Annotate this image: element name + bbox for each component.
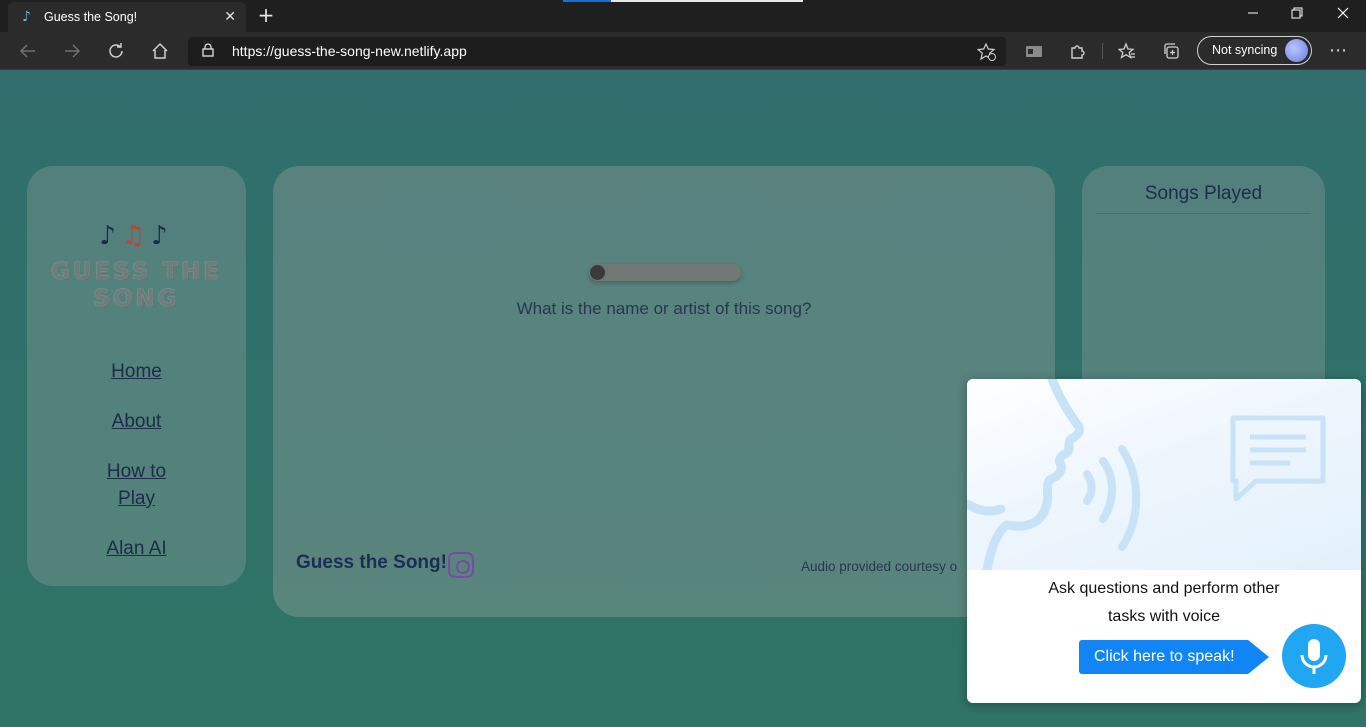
forward-arrow-icon	[65, 44, 81, 58]
minimize-icon	[1248, 12, 1258, 14]
voice-illustration	[967, 379, 1361, 570]
audio-progress-slider[interactable]	[589, 264, 741, 281]
refresh-button[interactable]	[102, 37, 130, 65]
voice-popup-line-1: Ask questions and perform other	[1048, 580, 1280, 597]
instagram-icon[interactable]	[448, 552, 474, 578]
reading-view-button[interactable]	[1020, 37, 1048, 65]
close-icon	[1337, 7, 1349, 19]
minimize-button[interactable]	[1230, 0, 1276, 30]
restore-icon	[1291, 7, 1303, 19]
home-button[interactable]	[146, 37, 174, 65]
tab-close-icon[interactable]: ✕	[224, 2, 236, 32]
puzzle-icon	[1071, 45, 1085, 59]
reading-view-icon	[1026, 46, 1042, 57]
logo-line-2: SONG	[93, 286, 180, 312]
url-text[interactable]: https://guess-the-song-new.netlify.app	[232, 37, 467, 66]
close-window-button[interactable]	[1320, 0, 1366, 30]
settings-more-button[interactable]: ⋯	[1324, 37, 1352, 65]
nav-link-alan-ai[interactable]: Alan AI	[27, 535, 246, 562]
collections-button[interactable]	[1157, 37, 1185, 65]
browser-toolbar: https://guess-the-song-new.netlify.app N…	[0, 32, 1366, 70]
sync-status-label: Not syncing	[1212, 43, 1278, 57]
collections-icon	[1164, 43, 1179, 59]
restore-button[interactable]	[1274, 0, 1320, 30]
sidebar-card: ♪♫♪ GUESS THE SONG Home About How to Pla…	[27, 166, 246, 586]
audio-credit-text: Audio provided courtesy o	[801, 559, 958, 574]
music-note-favicon-icon: ♪	[22, 9, 31, 25]
click-to-speak-button[interactable]: Click here to speak!	[1079, 640, 1269, 674]
browser-tab[interactable]: ♪ Guess the Song! ✕	[8, 2, 246, 32]
microphone-icon	[1300, 639, 1328, 674]
forward-button[interactable]	[58, 37, 86, 65]
add-favorite-star-icon[interactable]	[977, 42, 997, 62]
voice-assistant-popup: Ask questions and perform other tasks wi…	[967, 379, 1361, 703]
extensions-button[interactable]	[1064, 37, 1092, 65]
nav-link-how-to[interactable]: How to	[27, 458, 246, 485]
nav-link-about[interactable]: About	[27, 408, 246, 435]
nav-link-home[interactable]: Home	[27, 358, 246, 385]
chat-bubble-icon	[1230, 415, 1326, 502]
favorites-star-icon	[1117, 42, 1135, 59]
songs-played-title: Songs Played	[1144, 183, 1263, 204]
lock-icon	[202, 43, 214, 57]
nav-link-play[interactable]: Play	[27, 485, 246, 512]
question-text: What is the name or artist of this song?	[516, 299, 812, 318]
favorites-button[interactable]	[1113, 37, 1141, 65]
game-card: What is the name or artist of this song?…	[273, 166, 1055, 617]
toolbar-divider	[1102, 43, 1103, 59]
window-drag-indicator	[563, 0, 803, 2]
address-bar[interactable]: https://guess-the-song-new.netlify.app	[188, 37, 1006, 66]
tab-title: Guess the Song!	[44, 10, 138, 24]
browser-titlebar: ♪ Guess the Song! ✕ +	[0, 0, 1366, 32]
microphone-button[interactable]	[1282, 624, 1346, 688]
site-logo[interactable]: GUESS THE SONG	[27, 259, 246, 313]
back-button[interactable]	[14, 37, 42, 65]
new-tab-button[interactable]: +	[255, 3, 277, 27]
avatar	[1285, 39, 1308, 62]
refresh-icon	[109, 43, 123, 58]
profile-sync-button[interactable]: Not syncing	[1197, 36, 1312, 65]
home-icon	[152, 42, 168, 59]
music-notes-icon: ♪♫♪	[99, 221, 174, 251]
back-arrow-icon	[19, 44, 35, 58]
slider-knob[interactable]	[590, 265, 605, 280]
footer-brand: Guess the Song!	[296, 552, 447, 573]
songs-divider	[1096, 213, 1311, 214]
logo-line-1: GUESS THE	[50, 259, 223, 285]
